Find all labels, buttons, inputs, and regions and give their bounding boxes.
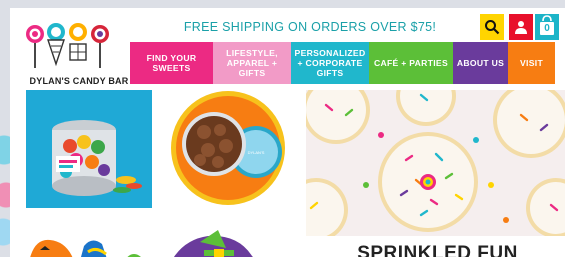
cart-count: 0: [540, 22, 554, 35]
svg-text:DYLAN'S: DYLAN'S: [248, 150, 265, 155]
product-tile-chocolate-tin[interactable]: DYLAN'S: [168, 90, 294, 208]
candy-tin-image: [26, 90, 152, 208]
account-button[interactable]: [509, 14, 533, 40]
lollipop-icon: [26, 25, 44, 68]
search-icon: [485, 20, 500, 35]
nav-visit[interactable]: VISIT: [508, 42, 555, 84]
sprinkle-cookies-image: [306, 90, 565, 236]
witch-hat-cookie-image: [174, 230, 253, 257]
hero-image-sprinkled-cookies[interactable]: [306, 90, 565, 236]
logo-icons: [26, 23, 109, 68]
cart-button[interactable]: 0: [535, 14, 559, 40]
user-icon: [515, 21, 527, 34]
product-tile-halloween-cookies[interactable]: [26, 228, 152, 257]
nav-cafe-parties[interactable]: CAFÉ + PARTIES: [369, 42, 453, 84]
logo[interactable]: DYLAN'S CANDY BAR: [24, 16, 134, 88]
page: DYLAN'S CANDY BAR FREE SHIPPING ON ORDER…: [10, 8, 565, 257]
nav-personalized-gifts[interactable]: PERSONALIZED + CORPORATE GIFTS: [291, 42, 369, 84]
search-button[interactable]: [480, 14, 504, 40]
promo-banner[interactable]: FREE SHIPPING ON ORDERS OVER $75!: [140, 16, 480, 38]
hero-title: SPRINKLED FUN: [357, 243, 518, 257]
halloween-cookies-image: [30, 239, 141, 257]
brand-name: DYLAN'S CANDY BAR: [29, 76, 129, 86]
gift-icon: [69, 23, 87, 61]
nav-find-your-sweets[interactable]: FIND YOUR SWEETS: [130, 42, 213, 84]
product-tile-candy-tin[interactable]: [26, 90, 152, 208]
ice-cream-icon: [47, 23, 65, 67]
chocolate-tin-image: DYLAN'S: [171, 91, 285, 205]
nav-lifestyle[interactable]: LIFESTYLE, APPAREL + GIFTS: [213, 42, 291, 84]
lollipop-icon-2: [91, 25, 109, 68]
nav-about-us[interactable]: ABOUT US: [453, 42, 508, 84]
main-nav: FIND YOUR SWEETS LIFESTYLE, APPAREL + GI…: [130, 42, 555, 84]
product-tile-witch-hat[interactable]: [160, 228, 290, 257]
